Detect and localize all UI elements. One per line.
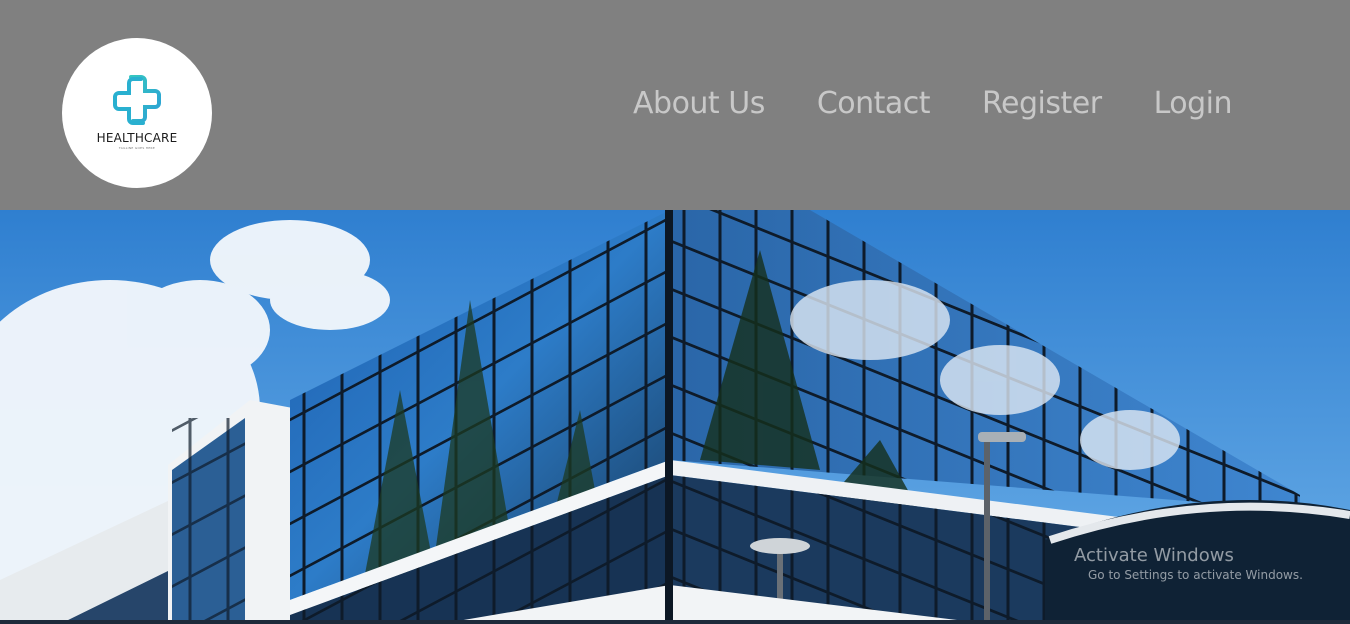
- nav-login[interactable]: Login: [1154, 86, 1233, 121]
- nav-about-us[interactable]: About Us: [633, 86, 765, 121]
- nav-contact[interactable]: Contact: [817, 86, 931, 121]
- site-header: HEALTHCARE TAGLINE GOES HERE About Us Co…: [0, 0, 1350, 210]
- watermark-title: Activate Windows: [1074, 545, 1234, 566]
- brand-logo[interactable]: HEALTHCARE TAGLINE GOES HERE: [62, 38, 212, 188]
- nav-register[interactable]: Register: [982, 86, 1102, 121]
- main-nav: About Us Contact Register Login: [581, 80, 1233, 126]
- brand-tagline: TAGLINE GOES HERE: [118, 145, 156, 150]
- medical-cross-icon: [113, 74, 161, 125]
- watermark-subtitle: Go to Settings to activate Windows.: [1088, 568, 1303, 582]
- page-bottom-edge: [0, 620, 1350, 624]
- brand-name: HEALTHCARE: [96, 130, 178, 145]
- activate-windows-watermark: Activate Windows Go to Settings to activ…: [1074, 545, 1303, 582]
